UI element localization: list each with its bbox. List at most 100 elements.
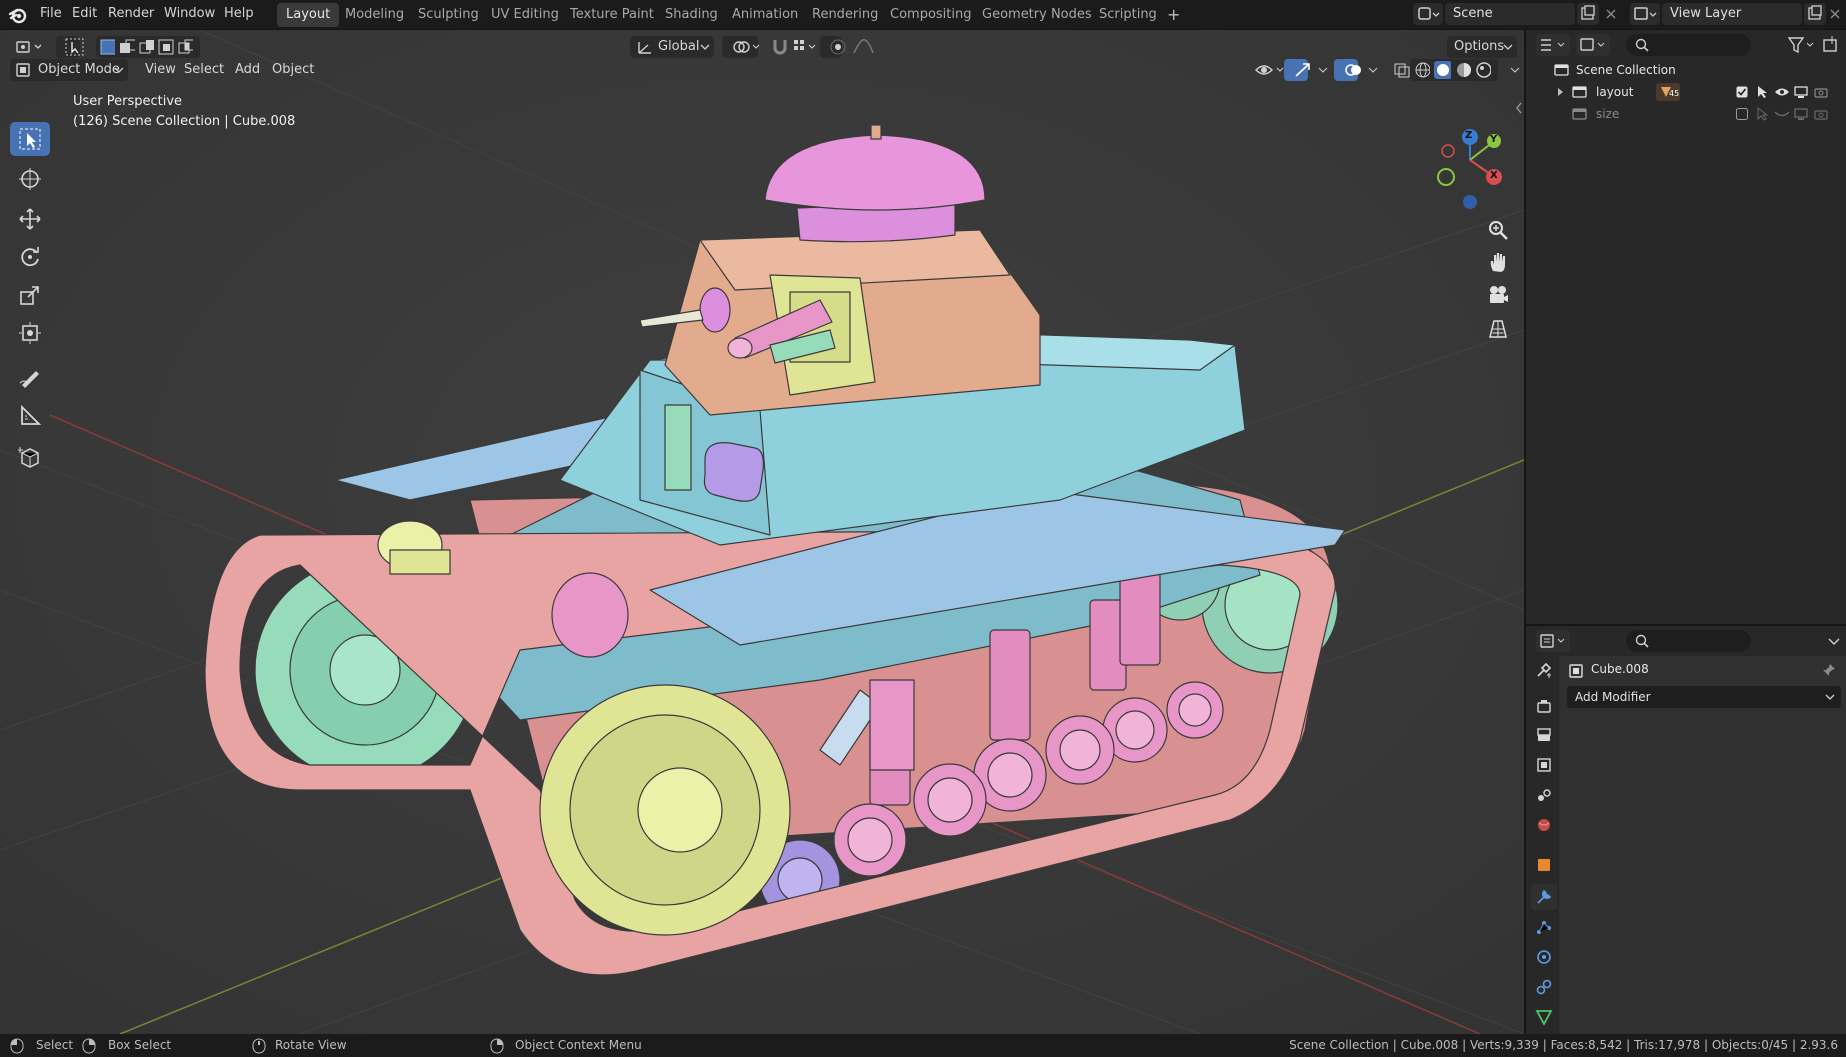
properties-options-icon[interactable] <box>1824 630 1844 652</box>
menu-view[interactable]: View <box>139 59 182 81</box>
gizmo-toggle-icon[interactable] <box>1284 59 1310 81</box>
constraints-properties-tab-icon[interactable] <box>1531 974 1557 1000</box>
selectable-arrow-icon <box>1758 86 1767 98</box>
annotate-tool-icon[interactable] <box>10 360 50 394</box>
extend-selection-icon <box>120 39 135 53</box>
physics-properties-tab-icon[interactable] <box>1531 944 1557 970</box>
scene-properties-tab-icon[interactable] <box>1531 782 1557 808</box>
menu-add[interactable]: Add <box>229 59 266 81</box>
add-workspace-button[interactable]: + <box>1158 3 1189 27</box>
shading-mode-group[interactable] <box>1410 59 1498 81</box>
proportional-editing-icon[interactable] <box>820 36 846 58</box>
selection-mode-group[interactable] <box>96 36 200 58</box>
pivot-point-icon[interactable] <box>722 36 760 58</box>
camera-view-icon[interactable] <box>1483 280 1513 310</box>
properties-search-input[interactable] <box>1626 630 1751 652</box>
visibility-eye-closed-icon <box>1774 111 1790 117</box>
select-box-tool-icon[interactable] <box>10 122 50 156</box>
sidebar-collapse-icon[interactable] <box>1514 100 1524 116</box>
transform-orientation-dropdown[interactable]: Global <box>630 36 714 58</box>
new-view-layer-icon[interactable] <box>1804 3 1826 25</box>
filter-icon[interactable] <box>1786 34 1816 56</box>
measure-tool-icon[interactable] <box>10 398 50 432</box>
overlays-toggle-icon[interactable] <box>1334 59 1361 81</box>
view-layer-name-field[interactable]: View Layer <box>1662 3 1802 25</box>
menu-render[interactable]: Render <box>102 0 160 28</box>
render-properties-tab-icon[interactable] <box>1531 693 1557 719</box>
scale-tool-icon[interactable] <box>10 278 50 312</box>
mouse-middle-icon <box>252 1038 266 1054</box>
gizmo-x-label[interactable]: X <box>1490 170 1498 181</box>
tab-geometry-nodes[interactable]: Geometry Nodes <box>973 3 1101 27</box>
outliner-editor-type-button[interactable] <box>1536 34 1570 56</box>
modifier-properties-tab-icon[interactable] <box>1531 884 1557 910</box>
menu-window[interactable]: Window <box>158 0 221 28</box>
menu-select[interactable]: Select <box>178 59 230 81</box>
delete-scene-icon[interactable] <box>1601 3 1621 25</box>
tab-shading[interactable]: Shading <box>656 3 727 27</box>
tab-animation[interactable]: Animation <box>723 3 807 27</box>
tab-compositing[interactable]: Compositing <box>881 3 981 27</box>
move-tool-icon[interactable] <box>10 202 50 236</box>
particles-properties-tab-icon[interactable] <box>1531 914 1557 940</box>
visibility-dropdown-icon[interactable] <box>1246 59 1284 81</box>
options-label: Options <box>1454 39 1505 54</box>
scene-name-field[interactable]: Scene <box>1445 3 1575 25</box>
3d-viewport[interactable]: Z Y X Global Options Object Mode View Se… <box>0 30 1524 1034</box>
new-collection-icon[interactable] <box>1820 34 1842 56</box>
outliner-row-layout[interactable]: layout 45 <box>1526 81 1846 103</box>
object-properties-tab-icon[interactable] <box>1531 852 1557 878</box>
shading-dropdown-icon[interactable] <box>1500 59 1520 81</box>
mesh-data-properties-tab-icon[interactable] <box>1531 1004 1557 1030</box>
editor-type-button[interactable] <box>6 36 42 58</box>
menu-file[interactable]: File <box>34 0 68 28</box>
tab-sculpting[interactable]: Sculpting <box>409 3 488 27</box>
zoom-view-icon[interactable] <box>1483 215 1513 245</box>
output-properties-tab-icon[interactable] <box>1531 722 1557 748</box>
outliner-row-scene-collection[interactable]: Scene Collection <box>1526 59 1846 81</box>
menu-help[interactable]: Help <box>218 0 260 28</box>
tool-properties-tab-icon[interactable] <box>1531 657 1557 683</box>
proportional-falloff-icon[interactable] <box>844 36 874 58</box>
view-layer-properties-tab-icon[interactable] <box>1531 752 1557 778</box>
add-modifier-dropdown[interactable]: Add Modifier <box>1567 686 1841 708</box>
options-dropdown[interactable]: Options <box>1447 36 1517 58</box>
cursor-tool-icon[interactable] <box>10 162 50 196</box>
select-tool-icon[interactable] <box>56 36 84 58</box>
world-properties-tab-icon[interactable] <box>1531 812 1557 838</box>
tab-layout[interactable]: Layout <box>277 3 340 27</box>
gizmo-y-label[interactable]: Y <box>1490 134 1497 145</box>
ortho-grid-view-icon[interactable] <box>1483 314 1513 344</box>
xray-toggle-icon[interactable] <box>1384 59 1410 81</box>
tab-uv-editing[interactable]: UV Editing <box>482 3 568 27</box>
tab-texture-paint[interactable]: Texture Paint <box>561 3 663 27</box>
menu-edit[interactable]: Edit <box>66 0 103 28</box>
gizmo-z-label[interactable]: Z <box>1465 130 1472 141</box>
object-mode-dropdown[interactable]: Object Mode <box>10 59 128 81</box>
scene-collection-label: Scene Collection <box>1576 63 1676 77</box>
new-scene-icon[interactable] <box>1577 3 1599 25</box>
top-bar: File Edit Render Window Help Layout Mode… <box>0 0 1846 30</box>
overlays-dropdown-icon[interactable] <box>1358 59 1378 81</box>
pan-view-hand-icon[interactable] <box>1483 247 1513 277</box>
outliner-search-input[interactable] <box>1626 34 1751 56</box>
properties-editor-type-button[interactable] <box>1536 630 1570 652</box>
tab-rendering[interactable]: Rendering <box>803 3 887 27</box>
outliner-row-size[interactable]: size <box>1526 103 1846 125</box>
scene-selector-button[interactable] <box>1413 3 1443 25</box>
display-mode-button[interactable] <box>1576 34 1610 56</box>
menu-object[interactable]: Object <box>266 59 320 81</box>
transform-tool-icon[interactable] <box>10 316 50 350</box>
view-layer-selector-button[interactable] <box>1630 3 1660 25</box>
tab-scripting[interactable]: Scripting <box>1090 3 1166 27</box>
snap-target-icon[interactable] <box>784 36 816 58</box>
blender-logo-icon[interactable] <box>8 5 28 25</box>
object-name-label: Cube.008 <box>1591 662 1649 676</box>
snap-toggle-icon[interactable] <box>762 36 787 58</box>
delete-view-layer-icon[interactable] <box>1826 3 1844 25</box>
layout-collection-label: layout <box>1596 85 1634 99</box>
rotate-tool-icon[interactable] <box>10 240 50 274</box>
tab-modeling[interactable]: Modeling <box>336 3 413 27</box>
gizmo-dropdown-icon[interactable] <box>1308 59 1328 81</box>
add-cube-tool-icon[interactable] <box>10 440 50 474</box>
